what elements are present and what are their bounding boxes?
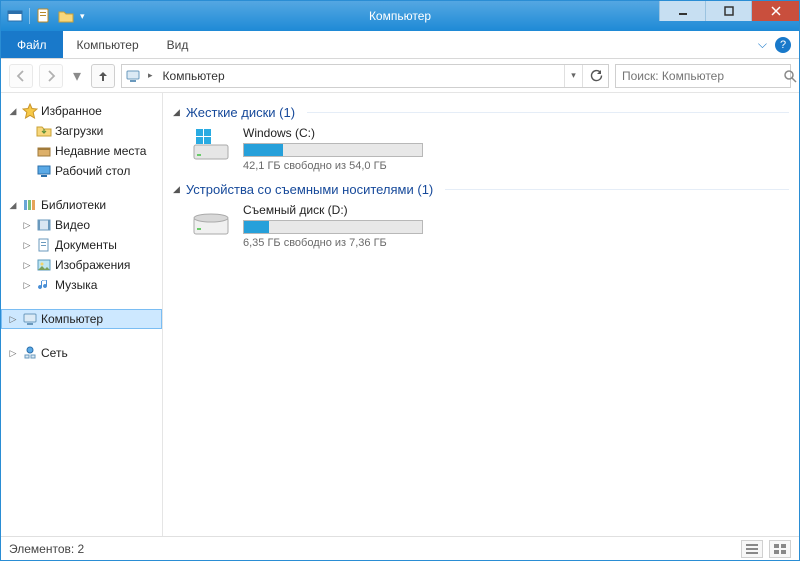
expand-icon[interactable]: ▷	[7, 314, 19, 325]
computer-label: Компьютер	[41, 312, 103, 326]
up-button[interactable]	[91, 64, 115, 88]
quick-access-toolbar: ▾	[1, 8, 85, 24]
app-icon	[7, 8, 23, 24]
collapse-icon[interactable]: ◢	[7, 106, 19, 117]
computer-icon	[122, 68, 144, 84]
explorer-window: ▾ Компьютер Файл Компьютер Вид ⌵ ? ▾ ▸ К…	[0, 0, 800, 561]
qat-separator	[29, 8, 30, 24]
item-count: Элементов: 2	[9, 542, 84, 556]
music-library-icon	[35, 277, 53, 293]
collapse-icon[interactable]: ◢	[7, 200, 19, 211]
download-folder-icon	[35, 123, 53, 139]
hdd-windows-icon	[189, 126, 233, 166]
sidebar-computer[interactable]: ▷ Компьютер	[1, 309, 162, 329]
group-title: Устройства со съемными носителями (1)	[186, 182, 433, 197]
capacity-bar	[243, 143, 423, 157]
body: ◢ Избранное Загрузки Недавние места Рабо…	[1, 93, 799, 536]
maximize-button[interactable]	[705, 1, 751, 21]
drive-name: Windows (C:)	[243, 126, 423, 140]
search-box[interactable]	[615, 64, 791, 88]
titlebar: ▾ Компьютер	[1, 1, 799, 31]
divider	[307, 112, 789, 113]
address-dropdown-icon[interactable]: ▾	[564, 65, 582, 87]
divider	[445, 189, 789, 190]
sidebar-item-pictures[interactable]: ▷Изображения	[1, 255, 162, 275]
sidebar-item-videos[interactable]: ▷Видео	[1, 215, 162, 235]
sidebar-item-downloads[interactable]: Загрузки	[1, 121, 162, 141]
view-icons-button[interactable]	[769, 540, 791, 558]
address-bar[interactable]: ▸ Компьютер ▾	[121, 64, 609, 88]
search-input[interactable]	[616, 69, 783, 83]
forward-button[interactable]	[39, 64, 63, 88]
ribbon: Файл Компьютер Вид ⌵ ?	[1, 31, 799, 59]
computer-icon	[21, 311, 39, 327]
libraries-label: Библиотеки	[41, 198, 106, 212]
minimize-button[interactable]	[659, 1, 705, 21]
expand-icon[interactable]: ▷	[21, 280, 33, 291]
tab-view[interactable]: Вид	[153, 31, 203, 58]
file-tab[interactable]: Файл	[1, 31, 63, 58]
close-button[interactable]	[751, 1, 799, 21]
collapse-icon[interactable]: ◢	[173, 107, 180, 118]
sidebar-network[interactable]: ▷ Сеть	[1, 343, 162, 363]
back-button[interactable]	[9, 64, 33, 88]
sidebar-favorites[interactable]: ◢ Избранное	[1, 101, 162, 121]
removable-disk-icon	[189, 203, 233, 243]
search-icon[interactable]	[783, 69, 797, 83]
group-header-hdd[interactable]: ◢ Жесткие диски (1)	[173, 105, 789, 120]
breadcrumb-chevron-icon[interactable]: ▸	[144, 70, 157, 81]
new-folder-icon[interactable]	[58, 8, 74, 24]
expand-icon[interactable]: ▷	[21, 240, 33, 251]
libraries-icon	[21, 197, 39, 213]
network-label: Сеть	[41, 346, 68, 360]
drive-name: Съемный диск (D:)	[243, 203, 423, 217]
qat-dropdown-icon[interactable]: ▾	[80, 11, 85, 22]
capacity-bar	[243, 220, 423, 234]
window-controls	[659, 1, 799, 31]
drive-free-text: 6,35 ГБ свободно из 7,36 ГБ	[243, 237, 423, 249]
group-title: Жесткие диски (1)	[186, 105, 295, 120]
desktop-icon	[35, 163, 53, 179]
collapse-icon[interactable]: ◢	[173, 184, 180, 195]
help-button[interactable]: ?	[775, 37, 791, 53]
expand-icon[interactable]: ▷	[7, 348, 19, 359]
pictures-library-icon	[35, 257, 53, 273]
tab-computer[interactable]: Компьютер	[63, 31, 153, 58]
content-pane: ◢ Жесткие диски (1) Windows (C:) 42,1 ГБ…	[163, 93, 799, 536]
navigation-bar: ▾ ▸ Компьютер ▾	[1, 59, 799, 93]
drive-item-c[interactable]: Windows (C:) 42,1 ГБ свободно из 54,0 ГБ	[189, 126, 789, 172]
ribbon-expand-icon[interactable]: ⌵	[758, 37, 767, 52]
sidebar-item-music[interactable]: ▷Музыка	[1, 275, 162, 295]
breadcrumb-computer[interactable]: Компьютер	[157, 65, 232, 87]
expand-icon[interactable]: ▷	[21, 220, 33, 231]
status-bar: Элементов: 2	[1, 536, 799, 560]
documents-library-icon	[35, 237, 53, 253]
drive-free-text: 42,1 ГБ свободно из 54,0 ГБ	[243, 160, 423, 172]
drive-item-d[interactable]: Съемный диск (D:) 6,35 ГБ свободно из 7,…	[189, 203, 789, 249]
favorites-label: Избранное	[41, 104, 102, 118]
network-icon	[21, 345, 39, 361]
video-library-icon	[35, 217, 53, 233]
view-details-button[interactable]	[741, 540, 763, 558]
sidebar-item-recent[interactable]: Недавние места	[1, 141, 162, 161]
history-dropdown[interactable]: ▾	[69, 64, 85, 88]
sidebar-item-desktop[interactable]: Рабочий стол	[1, 161, 162, 181]
star-icon	[21, 103, 39, 119]
navigation-pane: ◢ Избранное Загрузки Недавние места Рабо…	[1, 93, 163, 536]
sidebar-libraries[interactable]: ◢ Библиотеки	[1, 195, 162, 215]
properties-icon[interactable]	[36, 8, 52, 24]
recent-places-icon	[35, 143, 53, 159]
refresh-button[interactable]	[582, 65, 608, 87]
sidebar-item-documents[interactable]: ▷Документы	[1, 235, 162, 255]
expand-icon[interactable]: ▷	[21, 260, 33, 271]
group-header-removable[interactable]: ◢ Устройства со съемными носителями (1)	[173, 182, 789, 197]
